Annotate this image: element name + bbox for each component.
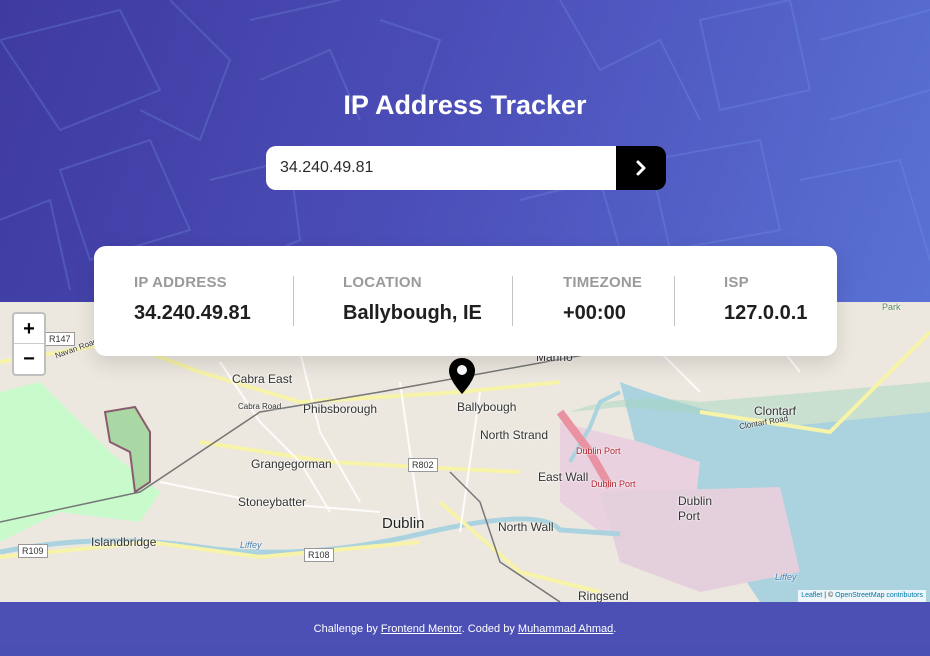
label-phibsborough: Phibsborough	[303, 402, 378, 416]
author-link[interactable]: Muhammad Ahmad	[518, 623, 613, 635]
ip-search-input[interactable]	[266, 146, 616, 190]
label-stoneybatter: Stoneybatter	[238, 495, 307, 509]
ip-info-card: IP ADDRESS 34.240.49.81 LOCATION Ballybo…	[94, 246, 837, 356]
page-title: IP Address Tracker	[343, 90, 587, 120]
label-dublin-port-road-2: Dublin Port	[591, 479, 636, 489]
isp-label: ISP	[724, 274, 749, 291]
label-park: Park	[882, 302, 901, 312]
zoom-out-button[interactable]: −	[14, 344, 44, 374]
frontend-mentor-link[interactable]: Frontend Mentor	[381, 623, 462, 635]
road-badge-r147: R147	[45, 332, 75, 346]
attribution-separator: | ©	[822, 592, 836, 599]
timezone-label: TIMEZONE	[563, 274, 643, 291]
ip-address-value: 34.240.49.81	[134, 302, 251, 324]
label-ballybough: Ballybough	[457, 400, 517, 414]
search-submit-button[interactable]	[616, 146, 666, 190]
chevron-right-icon	[636, 160, 646, 176]
leaflet-link[interactable]: Leaflet	[801, 592, 822, 599]
label-ringsend: Ringsend	[578, 589, 629, 602]
label-cabra-road: Cabra Road	[238, 402, 282, 411]
search-form	[266, 146, 666, 190]
label-grangegorman: Grangegorman	[251, 457, 332, 471]
map-pin-icon[interactable]	[448, 357, 476, 395]
label-liffey: Liffey	[240, 540, 262, 550]
label-dublin: Dublin	[382, 515, 425, 532]
label-north-strand: North Strand	[480, 428, 549, 442]
divider	[674, 276, 675, 326]
label-dublin-port-road: Dublin Port	[576, 446, 621, 456]
road-badge-r109: R109	[18, 544, 48, 558]
footer-prefix: Challenge by	[313, 623, 381, 635]
osm-link[interactable]: OpenStreetMap contributors	[835, 592, 923, 599]
zoom-control: + −	[12, 312, 46, 376]
road-badge-r802: R802	[408, 458, 438, 472]
location-value: Ballybough, IE	[343, 302, 482, 324]
ip-address-label: IP ADDRESS	[134, 274, 227, 291]
divider	[512, 276, 513, 326]
label-dublin-port: Dublin Port	[678, 494, 713, 523]
label-east-wall: East Wall	[538, 470, 589, 484]
divider	[293, 276, 294, 326]
label-north-wall: North Wall	[498, 520, 554, 534]
road-badge-r108: R108	[304, 548, 334, 562]
label-islandbridge: Islandbridge	[91, 535, 157, 549]
zoom-in-button[interactable]: +	[14, 314, 44, 344]
footer: Challenge by Frontend Mentor. Coded by M…	[0, 602, 930, 644]
label-cabra-east: Cabra East	[232, 372, 293, 386]
isp-section: ISP 127.0.0.1	[724, 274, 807, 325]
isp-value: 127.0.0.1	[724, 302, 808, 324]
timezone-section: TIMEZONE +00:00	[563, 274, 642, 325]
label-liffey-east: Liffey	[775, 572, 797, 582]
timezone-value: +00:00	[563, 302, 626, 324]
map-attribution: Leaflet | © OpenStreetMap contributors	[798, 590, 926, 602]
location-label: LOCATION	[343, 274, 422, 291]
ip-address-section: IP ADDRESS 34.240.49.81	[134, 274, 251, 325]
footer-suffix: .	[613, 623, 617, 635]
location-section: LOCATION Ballybough, IE	[343, 274, 482, 325]
footer-middle: . Coded by	[461, 623, 518, 635]
